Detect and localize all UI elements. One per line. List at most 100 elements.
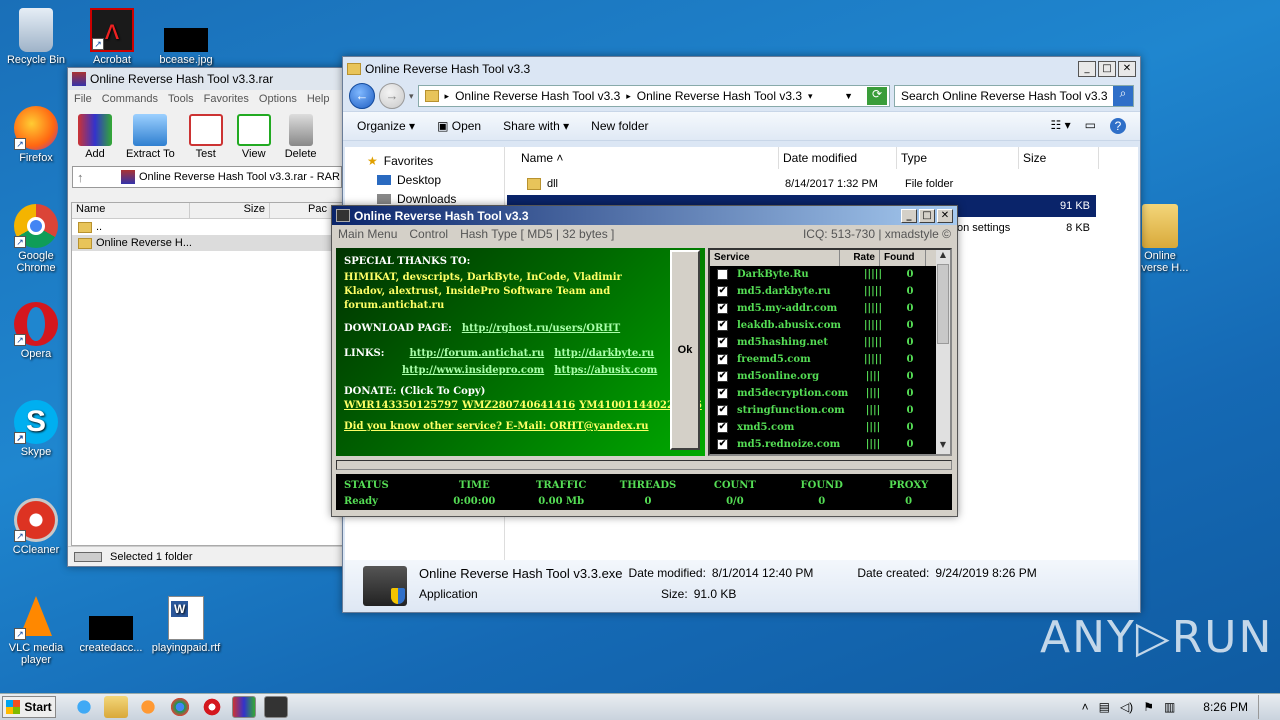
- service-row[interactable]: ✔ md5decryption.com |||| 0: [710, 385, 950, 402]
- delete-button[interactable]: Delete: [285, 114, 317, 162]
- winrar-titlebar[interactable]: Online Reverse Hash Tool v3.3.rar: [68, 68, 346, 90]
- desktop-icon-ccleaner[interactable]: ↗ CCleaner: [1, 498, 71, 556]
- desktop-icon-recycle-bin[interactable]: Recycle Bin: [1, 8, 71, 66]
- opera-icon[interactable]: [200, 696, 224, 718]
- service-checkbox[interactable]: ✔: [717, 405, 728, 416]
- col-type[interactable]: Type: [897, 147, 1019, 169]
- internet-explorer-icon[interactable]: [72, 696, 96, 718]
- table-row[interactable]: dll 8/14/2017 1:32 PM File folder: [507, 173, 1138, 195]
- hash-tool-titlebar[interactable]: Online Reverse Hash Tool v3.3 _ □ ✕: [332, 206, 957, 225]
- desktop-icon-opera[interactable]: ↗ Opera: [1, 302, 71, 360]
- link-insidepro[interactable]: http://www.insidepro.com: [402, 365, 544, 376]
- col-size[interactable]: Size: [190, 203, 270, 218]
- open-button[interactable]: ▣ Open: [437, 119, 481, 133]
- volume-icon[interactable]: ◁): [1120, 700, 1133, 714]
- show-desktop-button[interactable]: [1258, 695, 1270, 719]
- col-name[interactable]: Name: [72, 203, 190, 218]
- add-button[interactable]: Add: [78, 114, 112, 162]
- breadcrumb-item[interactable]: Online Reverse Hash Tool v3.3: [637, 89, 802, 103]
- service-row[interactable]: ✔ stringfunction.com |||| 0: [710, 402, 950, 419]
- service-row[interactable]: ✔ md5online.org |||| 0: [710, 368, 950, 385]
- explorer-address-bar[interactable]: ▸ Online Reverse Hash Tool v3.3 ▸ Online…: [417, 85, 890, 107]
- menu-help[interactable]: Help: [307, 93, 330, 105]
- service-row[interactable]: ✔ md5hashing.net ||||| 0: [710, 334, 950, 351]
- maximize-button[interactable]: □: [919, 208, 935, 223]
- breadcrumb-separator-icon[interactable]: ▸: [626, 91, 631, 102]
- test-button[interactable]: Test: [188, 114, 223, 162]
- service-checkbox[interactable]: ✔: [717, 337, 728, 348]
- download-link[interactable]: http://rghost.ru/users/ORHT: [462, 323, 620, 334]
- minimize-button[interactable]: _: [901, 208, 917, 223]
- col-name[interactable]: Name ˄: [507, 147, 779, 169]
- scroll-down-icon[interactable]: ▼: [936, 440, 950, 454]
- service-checkbox[interactable]: ✔: [717, 286, 728, 297]
- list-item[interactable]: Online Reverse H...: [72, 235, 345, 251]
- service-row[interactable]: ✔ md5.rednoize.com |||| 0: [710, 436, 950, 453]
- help-icon[interactable]: ?: [1110, 118, 1126, 134]
- service-list-scrollbar[interactable]: ▲ ▼: [936, 250, 950, 454]
- back-arrow-icon[interactable]: ←: [349, 83, 375, 109]
- service-row[interactable]: ✔ xmd5.com |||| 0: [710, 419, 950, 436]
- forward-arrow-icon[interactable]: →: [379, 83, 405, 109]
- desktop-icon-vlc[interactable]: ↗ VLC media player: [1, 596, 71, 666]
- col-date-modified[interactable]: Date modified: [779, 147, 897, 169]
- file-explorer-icon[interactable]: [104, 696, 128, 718]
- explorer-titlebar[interactable]: Online Reverse Hash Tool v3.3 _ □ ✕: [343, 57, 1140, 81]
- donate-wmr[interactable]: WMR143350125797: [344, 400, 458, 411]
- menu-control[interactable]: Control: [409, 227, 448, 241]
- show-hidden-icons-icon[interactable]: ˄: [1082, 700, 1089, 714]
- desktop-icon-acrobat[interactable]: ᴧ ↗ Acrobat: [77, 8, 147, 66]
- media-player-icon[interactable]: [136, 696, 160, 718]
- desktop-icon-createdacc[interactable]: createdacc...: [76, 596, 146, 654]
- view-button[interactable]: View: [236, 114, 271, 162]
- refresh-icon[interactable]: ⟳: [867, 87, 887, 105]
- organize-button[interactable]: Organize ▾: [357, 119, 415, 133]
- col-size[interactable]: Size: [1019, 147, 1099, 169]
- desktop-icon-chrome[interactable]: ↗ Google Chrome: [1, 204, 71, 274]
- service-row[interactable]: ✔ md5.darkbyte.ru ||||| 0: [710, 283, 950, 300]
- donate-wmz[interactable]: WMZ280740641416: [462, 400, 575, 411]
- service-row[interactable]: ✔ leakdb.abusix.com ||||| 0: [710, 317, 950, 334]
- desktop-icon-skype[interactable]: S ↗ Skype: [1, 400, 71, 458]
- nav-item-desktop[interactable]: Desktop: [345, 170, 504, 189]
- extract-to-button[interactable]: Extract To: [126, 114, 175, 162]
- link-abusix[interactable]: https://abusix.com: [554, 365, 657, 376]
- service-checkbox[interactable]: ✔: [717, 303, 728, 314]
- service-list[interactable]: Service Rate Found DarkByte.Ru ||||| 0 ✔ md5…: [708, 248, 952, 456]
- menu-hash-type[interactable]: Hash Type [ MD5 | 32 bytes ]: [460, 227, 614, 241]
- col-rate[interactable]: Rate: [840, 250, 880, 266]
- contact-email-link[interactable]: Did you know other service? E-Mail: ORHT…: [344, 421, 697, 432]
- close-button[interactable]: ✕: [937, 208, 953, 223]
- menu-options[interactable]: Options: [259, 93, 297, 105]
- link-antichat[interactable]: http://forum.antichat.ru: [402, 348, 545, 359]
- scroll-thumb[interactable]: [937, 264, 949, 344]
- winrar-file-list[interactable]: Name Size Pac .. Online Reverse H...: [71, 202, 346, 546]
- winrar-window[interactable]: Online Reverse Hash Tool v3.3.rar File C…: [67, 67, 347, 567]
- menu-commands[interactable]: Commands: [102, 93, 158, 105]
- new-folder-button[interactable]: New folder: [591, 119, 648, 133]
- service-row[interactable]: ✔ freemd5.com ||||| 0: [710, 351, 950, 368]
- minimize-button[interactable]: _: [1078, 61, 1096, 77]
- service-checkbox[interactable]: ✔: [717, 422, 728, 433]
- action-center-flag-icon[interactable]: ⚑: [1143, 700, 1154, 714]
- no-network-icon[interactable]: ▥: [1164, 700, 1175, 714]
- view-options-icon[interactable]: ☷ ▾: [1051, 118, 1071, 134]
- link-darkbyte[interactable]: http://darkbyte.ru: [554, 348, 657, 359]
- network-icon[interactable]: ▤: [1099, 700, 1110, 714]
- start-button[interactable]: Start: [2, 696, 56, 718]
- service-checkbox[interactable]: ✔: [717, 439, 728, 450]
- service-checkbox[interactable]: ✔: [717, 388, 728, 399]
- breadcrumb-separator-icon[interactable]: ▾: [808, 91, 813, 102]
- chevron-down-icon[interactable]: ▾: [409, 91, 414, 102]
- service-checkbox[interactable]: ✔: [717, 354, 728, 365]
- search-icon[interactable]: ⌕: [1113, 86, 1133, 106]
- col-service[interactable]: Service: [710, 250, 840, 266]
- service-checkbox[interactable]: [717, 269, 728, 280]
- desktop-icon-playingpaid[interactable]: W playingpaid.rtf: [151, 596, 221, 654]
- menu-favorites[interactable]: Favorites: [204, 93, 249, 105]
- menu-tools[interactable]: Tools: [168, 93, 194, 105]
- winrar-taskbar-icon[interactable]: [232, 696, 256, 718]
- breadcrumb-item[interactable]: Online Reverse Hash Tool v3.3: [455, 89, 620, 103]
- preview-pane-icon[interactable]: ▭: [1085, 118, 1096, 134]
- ok-button[interactable]: Ok: [670, 250, 700, 450]
